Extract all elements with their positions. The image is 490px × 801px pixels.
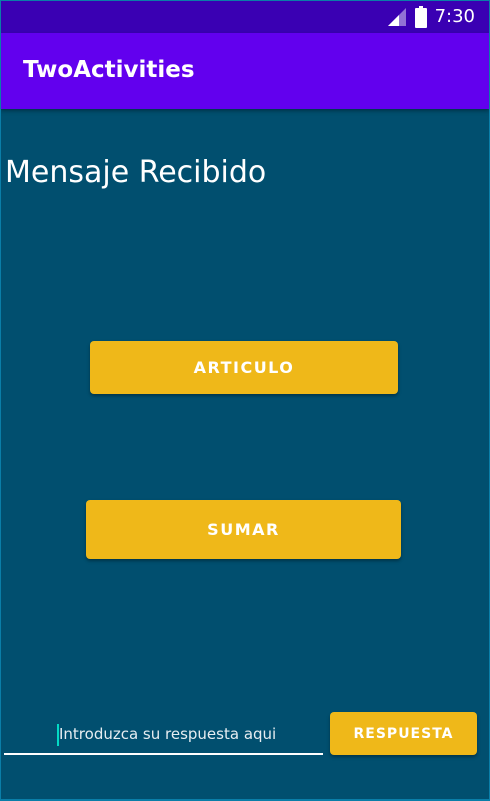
sumar-button-label: SUMAR — [207, 520, 280, 539]
sumar-button[interactable]: SUMAR — [86, 500, 401, 559]
status-bar: 7:30 — [1, 1, 489, 33]
respuesta-button[interactable]: RESPUESTA — [330, 712, 477, 755]
app-screen: 7:30 TwoActivities Mensaje Recibido ARTI… — [1, 1, 489, 799]
articulo-button[interactable]: ARTICULO — [90, 341, 398, 394]
respuesta-button-label: RESPUESTA — [353, 725, 454, 742]
status-icons: 7:30 — [387, 6, 475, 28]
reply-input-placeholder: Introduzca su respuesta aqui — [59, 725, 277, 743]
articulo-button-label: ARTICULO — [193, 358, 295, 377]
reply-input[interactable]: Introduzca su respuesta aqui — [4, 719, 323, 755]
app-bar: TwoActivities — [1, 33, 489, 109]
app-title: TwoActivities — [23, 57, 195, 83]
signal-icon — [387, 8, 406, 26]
message-heading: Mensaje Recibido — [5, 155, 267, 190]
battery-icon — [414, 6, 427, 28]
status-time: 7:30 — [434, 6, 475, 27]
